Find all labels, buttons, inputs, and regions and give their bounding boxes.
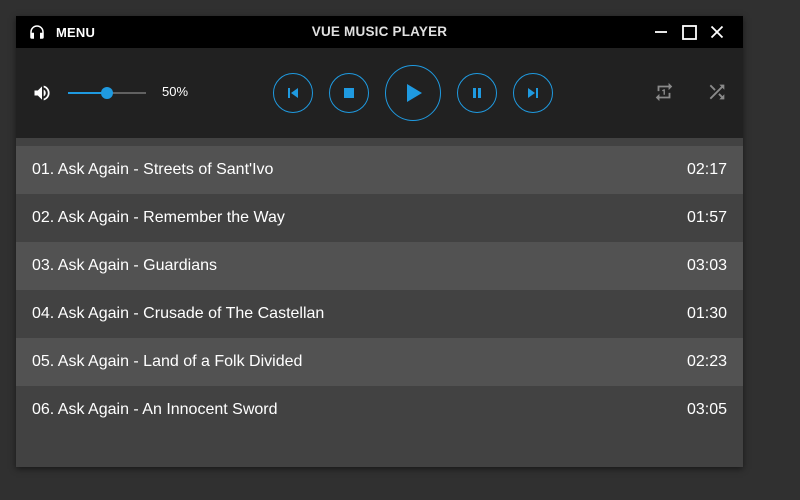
next-button[interactable] — [513, 73, 553, 113]
close-icon — [710, 25, 724, 39]
track-title: 06. Ask Again - An Innocent Sword — [32, 401, 278, 418]
pause-button[interactable] — [457, 73, 497, 113]
previous-button[interactable] — [273, 73, 313, 113]
playlist-track[interactable]: 04. Ask Again - Crusade of The Castellan… — [16, 290, 743, 338]
app-title: VUE MUSIC PLAYER — [311, 24, 448, 39]
repeat-button[interactable] — [653, 81, 675, 103]
volume-slider-thumb[interactable] — [101, 87, 113, 99]
track-duration: 03:05 — [686, 401, 727, 418]
window-controls — [653, 16, 725, 48]
volume-value: 50% — [162, 84, 189, 99]
close-button[interactable] — [709, 24, 725, 40]
playlist-track[interactable]: 01. Ask Again - Streets of Sant'Ivo 02:17 — [16, 146, 743, 194]
track-duration: 01:30 — [686, 305, 727, 322]
skip-next-icon — [528, 88, 538, 98]
shuffle-icon — [709, 84, 725, 100]
maximize-button[interactable] — [681, 24, 697, 40]
repeat-one-icon — [655, 82, 673, 102]
controls-bar: 50% — [16, 48, 743, 138]
playlist-track[interactable]: 05. Ask Again - Land of a Folk Divided 02… — [16, 338, 743, 386]
stop-button[interactable] — [329, 73, 369, 113]
track-title: 05. Ask Again - Land of a Folk Divided — [32, 353, 303, 370]
play-icon — [407, 84, 422, 102]
volume-button[interactable] — [32, 83, 52, 103]
track-duration: 02:23 — [686, 353, 727, 370]
playlist-track[interactable]: 06. Ask Again - An Innocent Sword 03:05 — [16, 386, 743, 434]
track-title: 01. Ask Again - Streets of Sant'Ivo — [32, 161, 274, 178]
minimize-icon — [655, 31, 667, 33]
pause-icon — [473, 88, 481, 98]
shuffle-button[interactable] — [706, 81, 728, 103]
playlist-track[interactable]: 02. Ask Again - Remember the Way 01:57 — [16, 194, 743, 242]
play-button[interactable] — [385, 65, 441, 121]
track-title: 03. Ask Again - Guardians — [32, 257, 217, 274]
skip-previous-icon — [288, 88, 298, 98]
minimize-button[interactable] — [653, 24, 669, 40]
track-duration: 03:03 — [686, 257, 727, 274]
headphones-icon — [28, 23, 46, 41]
menu-button[interactable]: MENU — [28, 16, 95, 48]
menu-label: MENU — [56, 24, 96, 40]
music-player-window: MENU VUE MUSIC PLAYER 50% 01. Ask Again … — [16, 16, 743, 467]
track-duration: 01:57 — [686, 209, 727, 226]
volume-slider[interactable] — [68, 83, 146, 103]
playlist-track[interactable]: 03. Ask Again - Guardians 03:03 — [16, 242, 743, 290]
title-bar: MENU VUE MUSIC PLAYER — [16, 16, 743, 48]
track-duration: 02:17 — [686, 161, 727, 178]
stop-icon — [344, 88, 354, 98]
maximize-icon — [681, 24, 697, 40]
track-title: 04. Ask Again - Crusade of The Castellan — [32, 305, 325, 322]
track-title: 02. Ask Again - Remember the Way — [32, 209, 285, 226]
playlist: 01. Ask Again - Streets of Sant'Ivo 02:17… — [16, 146, 743, 434]
volume-icon — [34, 85, 50, 101]
